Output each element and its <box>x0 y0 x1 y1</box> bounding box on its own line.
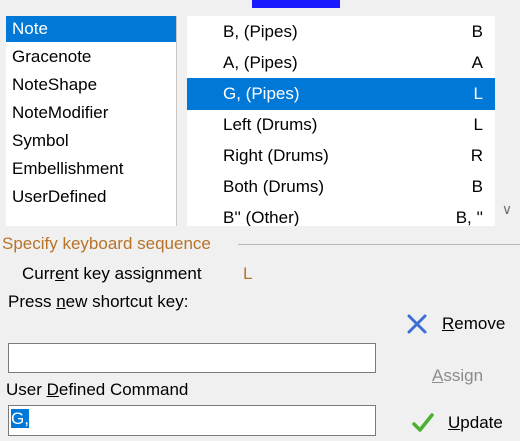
list-separator <box>177 0 187 226</box>
category-item[interactable]: NoteModifier <box>6 100 176 126</box>
remove-x-icon <box>404 311 430 337</box>
assign-button-label: Assign <box>432 366 484 385</box>
keyboard-group-title: Specify keyboard sequence <box>2 234 211 253</box>
command-row[interactable]: Right (Drums) R <box>187 140 495 172</box>
command-key: R <box>470 146 483 165</box>
command-row[interactable]: G, (Pipes) L <box>187 78 495 110</box>
command-row[interactable]: Both (Drums) B <box>187 171 495 203</box>
scroll-down-icon[interactable]: ∨ <box>498 200 516 218</box>
title-highlight <box>252 0 340 8</box>
command-name: A, (Pipes) <box>223 53 298 72</box>
group-divider <box>238 244 520 245</box>
command-name: Left (Drums) <box>223 115 318 134</box>
assign-button[interactable]: Assign <box>432 362 483 390</box>
command-key: B <box>471 177 483 196</box>
command-name: G, (Pipes) <box>223 84 300 103</box>
command-name: B, (Pipes) <box>223 22 298 41</box>
command-list-scrollbar[interactable] <box>495 16 520 226</box>
shortcut-key-input[interactable] <box>8 343 376 373</box>
category-list[interactable]: Note Gracenote NoteShape NoteModifier Symbol… <box>6 16 177 226</box>
remove-button[interactable]: Remove <box>404 309 505 339</box>
command-key: A <box>471 53 483 72</box>
command-row[interactable]: B'' (Other) B, '' <box>187 202 495 226</box>
command-list[interactable]: B, (Pipes) B A, (Pipes) A G, (Pipes) L Left (D… <box>187 16 495 226</box>
command-input-text: G, <box>11 409 29 428</box>
category-item[interactable]: Gracenote <box>6 44 176 70</box>
checkmark-icon <box>410 410 436 436</box>
command-key: B, '' <box>455 208 483 226</box>
command-key: L <box>473 84 483 103</box>
category-item[interactable]: Embellishment <box>6 156 176 182</box>
command-key: B <box>471 22 483 41</box>
command-key: L <box>473 115 483 134</box>
remove-button-label: Remove <box>442 314 506 333</box>
command-name: Both (Drums) <box>223 177 325 196</box>
user-defined-command-label: User Defined Command <box>6 380 189 399</box>
command-row[interactable]: Left (Drums) L <box>187 109 495 141</box>
current-key-value: L <box>243 264 253 283</box>
category-item[interactable]: NoteShape <box>6 72 176 98</box>
press-shortcut-label: Press new shortcut key: <box>8 292 189 311</box>
category-item[interactable]: UserDefined <box>6 184 176 210</box>
command-row[interactable]: A, (Pipes) A <box>187 47 495 79</box>
update-button[interactable]: Update <box>410 410 503 436</box>
current-key-label: Current key assignment <box>22 264 202 283</box>
command-row[interactable]: B, (Pipes) B <box>187 16 495 48</box>
category-item[interactable]: Symbol <box>6 128 176 154</box>
command-name: B'' (Other) <box>223 208 300 226</box>
category-item[interactable]: Note <box>6 16 176 42</box>
update-button-label: Update <box>448 413 503 432</box>
user-defined-command-input[interactable]: G, <box>8 405 376 436</box>
command-name: Right (Drums) <box>223 146 329 165</box>
